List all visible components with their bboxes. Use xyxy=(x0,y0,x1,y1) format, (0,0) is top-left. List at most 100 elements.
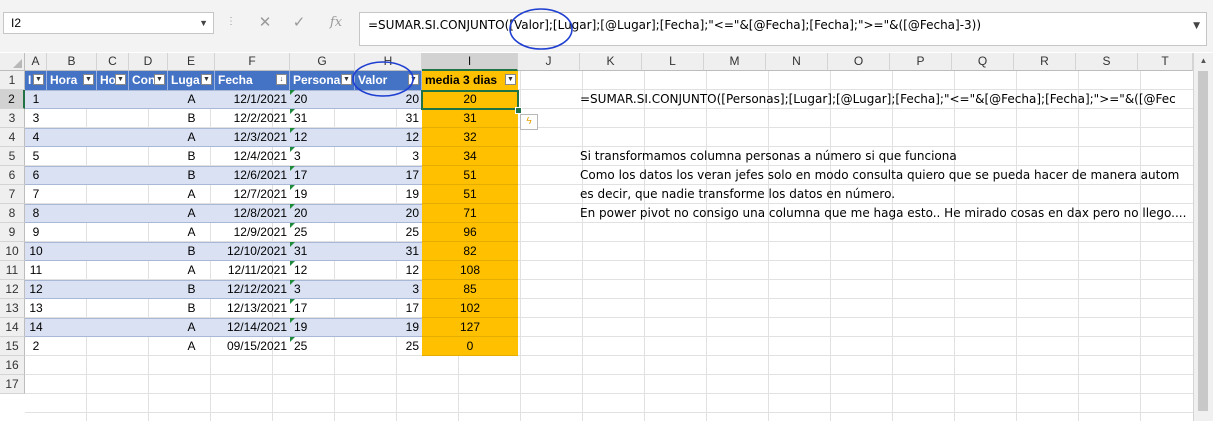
row-header-17[interactable]: 17 xyxy=(0,375,25,394)
cell-id[interactable]: 10 xyxy=(25,242,47,261)
filter-dropdown-icon[interactable]: ▼ xyxy=(33,74,44,85)
text-number-warning-icon[interactable] xyxy=(290,318,295,323)
column-header-b[interactable]: B xyxy=(47,53,97,71)
cell-media-3-dias[interactable]: 51 xyxy=(422,166,518,185)
cell-personas[interactable]: 31 xyxy=(290,242,355,261)
cell-media-3-dias[interactable]: 32 xyxy=(422,128,518,147)
row-header-4[interactable]: 4 xyxy=(0,128,25,147)
row-header-12[interactable]: 12 xyxy=(0,280,25,299)
cell-media-3-dias[interactable]: 102 xyxy=(422,299,518,318)
enter-icon[interactable]: ✓ xyxy=(283,12,315,34)
table-header-1[interactable]: I ▼ xyxy=(25,71,47,90)
filter-dropdown-icon[interactable]: ▼ xyxy=(201,74,212,85)
row-header-10[interactable]: 10 xyxy=(0,242,25,261)
cell-fecha[interactable]: 12/8/2021 xyxy=(215,204,290,223)
cell-valor[interactable]: 25 xyxy=(355,223,422,242)
scroll-thumb[interactable] xyxy=(1198,71,1208,411)
table-header-3[interactable]: Ho ▼ xyxy=(97,71,129,90)
filter-dropdown-icon[interactable]: ▼ xyxy=(115,74,126,85)
cell-personas[interactable]: 20 xyxy=(290,90,355,109)
row-header-2[interactable]: 2 xyxy=(0,90,25,109)
cell-fecha[interactable]: 12/2/2021 xyxy=(215,109,290,128)
table-header-7[interactable]: Persona ▼ xyxy=(290,71,355,90)
cell-lugar[interactable]: B xyxy=(168,299,215,318)
cell-id[interactable]: 1 xyxy=(25,90,47,109)
row-header-9[interactable]: 9 xyxy=(0,223,25,242)
name-box[interactable]: I2 ▼ xyxy=(3,12,214,34)
cell-fecha[interactable]: 12/7/2021 xyxy=(215,185,290,204)
cell-valor[interactable]: 19 xyxy=(355,185,422,204)
cell-id[interactable]: 14 xyxy=(25,318,47,337)
cell-fecha[interactable]: 12/14/2021 xyxy=(215,318,290,337)
text-number-warning-icon[interactable] xyxy=(290,223,295,228)
text-number-warning-icon[interactable] xyxy=(290,337,295,342)
text-number-warning-icon[interactable] xyxy=(290,299,295,304)
cell-valor[interactable]: 17 xyxy=(355,299,422,318)
cell-valor[interactable]: 20 xyxy=(355,90,422,109)
column-header-p[interactable]: P xyxy=(890,53,952,71)
cell-lugar[interactable]: B xyxy=(168,280,215,299)
cell-id[interactable]: 9 xyxy=(25,223,47,242)
cell-valor[interactable]: 12 xyxy=(355,128,422,147)
cell-media-3-dias[interactable]: 71 xyxy=(422,204,518,223)
column-header-e[interactable]: E xyxy=(168,53,215,71)
cell-media-3-dias[interactable]: 0 xyxy=(422,337,518,356)
cell-id[interactable]: 12 xyxy=(25,280,47,299)
active-cell-selection[interactable] xyxy=(421,90,519,110)
table-header-5[interactable]: Luga ▼ xyxy=(168,71,215,90)
cell-fecha[interactable]: 12/4/2021 xyxy=(215,147,290,166)
column-header-a[interactable]: A xyxy=(25,53,47,71)
cell-fecha[interactable]: 12/9/2021 xyxy=(215,223,290,242)
text-number-warning-icon[interactable] xyxy=(290,166,295,171)
column-header-h[interactable]: H xyxy=(355,53,422,71)
column-header-n[interactable]: N xyxy=(766,53,828,71)
column-header-c[interactable]: C xyxy=(97,53,129,71)
autofill-options-icon[interactable]: ϟ xyxy=(520,114,538,130)
cell-fecha[interactable]: 09/15/2021 xyxy=(215,337,290,356)
cell-media-3-dias[interactable]: 127 xyxy=(422,318,518,337)
cell-fecha[interactable]: 12/12/2021 xyxy=(215,280,290,299)
cell-fecha[interactable]: 12/10/2021 xyxy=(215,242,290,261)
cell-personas[interactable]: 31 xyxy=(290,109,355,128)
cell-media-3-dias[interactable]: 51 xyxy=(422,185,518,204)
filter-dropdown-icon[interactable]: ▼ xyxy=(83,74,94,85)
cell-id[interactable]: 2 xyxy=(25,337,47,356)
row-header-7[interactable]: 7 xyxy=(0,185,25,204)
cell-personas[interactable]: 19 xyxy=(290,318,355,337)
cell-valor[interactable]: 3 xyxy=(355,147,422,166)
cell-lugar[interactable]: B xyxy=(168,242,215,261)
filter-dropdown-icon[interactable]: ▼ xyxy=(505,74,516,85)
cell-lugar[interactable]: A xyxy=(168,223,215,242)
cell-personas[interactable]: 19 xyxy=(290,185,355,204)
text-number-warning-icon[interactable] xyxy=(290,204,295,209)
table-header-8[interactable]: Valor ▼ xyxy=(355,71,422,90)
cell-fecha[interactable]: 12/1/2021 xyxy=(215,90,290,109)
row-header-1[interactable]: 1 xyxy=(0,71,25,90)
column-header-s[interactable]: S xyxy=(1076,53,1138,71)
column-header-r[interactable]: R xyxy=(1014,53,1076,71)
row-header-13[interactable]: 13 xyxy=(0,299,25,318)
cell-personas[interactable]: 12 xyxy=(290,261,355,280)
cell-personas[interactable]: 20 xyxy=(290,204,355,223)
column-header-t[interactable]: T xyxy=(1138,53,1193,71)
cell-personas[interactable]: 17 xyxy=(290,299,355,318)
select-all-corner[interactable] xyxy=(0,53,25,71)
cell-id[interactable]: 6 xyxy=(25,166,47,185)
text-number-warning-icon[interactable] xyxy=(290,242,295,247)
row-header-6[interactable]: 6 xyxy=(0,166,25,185)
cell-valor[interactable]: 3 xyxy=(355,280,422,299)
text-number-warning-icon[interactable] xyxy=(290,90,295,95)
cell-lugar[interactable]: B xyxy=(168,166,215,185)
cell-lugar[interactable]: A xyxy=(168,128,215,147)
cell-valor[interactable]: 19 xyxy=(355,318,422,337)
cell-personas[interactable]: 25 xyxy=(290,337,355,356)
cell-id[interactable]: 3 xyxy=(25,109,47,128)
cell-lugar[interactable]: A xyxy=(168,185,215,204)
cell-id[interactable]: 7 xyxy=(25,185,47,204)
cell-id[interactable]: 13 xyxy=(25,299,47,318)
table-header-6[interactable]: Fecha ↓ xyxy=(215,71,290,90)
fill-handle[interactable] xyxy=(515,107,522,114)
column-header-d[interactable]: D xyxy=(129,53,168,71)
cell-lugar[interactable]: A xyxy=(168,261,215,280)
cell-valor[interactable]: 31 xyxy=(355,242,422,261)
